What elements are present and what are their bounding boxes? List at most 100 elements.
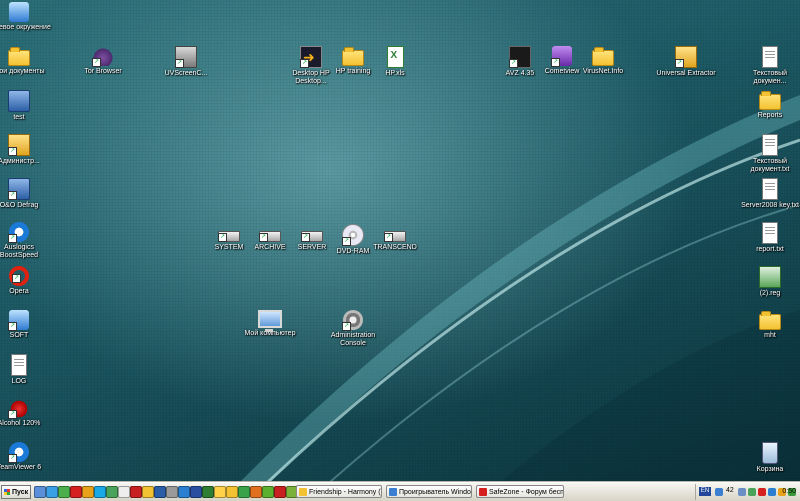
desktop-icon-alcohol[interactable]: ↗ Alcohol 120% [0,398,52,428]
quicklaunch-folder-icon[interactable] [142,486,154,498]
desktop-icon-admin-console[interactable]: ↗ Administration Console [320,310,386,348]
tray-net-icon[interactable] [768,488,776,496]
shortcut-arrow-icon: ↗ [675,59,684,68]
desktop-icon-mht[interactable]: mht [737,310,800,340]
archive-icon: ↗ [259,231,281,242]
desktop-icon-auslogics[interactable]: ↗ Auslogics BoostSpeed [0,222,52,260]
desktop-icon-txt2[interactable]: Текстовый документ.txt [737,134,800,174]
quicklaunch-gear-icon[interactable] [166,486,178,498]
virusnet-icon [592,47,614,66]
quicklaunch-word-icon[interactable] [154,486,166,498]
tray-chat-icon[interactable] [748,488,756,496]
quicklaunch-excel-icon[interactable] [202,486,214,498]
tray-arrow-icon[interactable] [715,488,723,496]
quicklaunch-chrome-icon[interactable] [238,486,250,498]
desktop-icon-transcend[interactable]: ↗ TRANSCEND [362,224,428,252]
taskbar-button[interactable]: Проигрыватель Windo... [386,485,472,498]
task-label: Проигрыватель Windo... [399,489,472,496]
quicklaunch-aim-icon[interactable] [226,486,238,498]
tray-av-icon[interactable] [758,488,766,496]
windows-logo-icon [4,489,10,495]
quicklaunch-icq-icon[interactable] [262,486,274,498]
task-app-icon [299,488,307,496]
desktop-icon-label: Universal Extractor [656,70,716,77]
quicklaunch-show-desktop-icon[interactable] [34,486,46,498]
desktop-icon-virusnet[interactable]: VirusNet.Info [570,46,636,76]
desktop-icon-uvscreen[interactable]: ↗ UVScreenC... [153,46,219,78]
quicklaunch-firefox-icon[interactable] [250,486,262,498]
desktop-icon-report[interactable]: report.txt [737,222,800,254]
network-icon [9,2,29,22]
desktop-icon-label: Корзина [756,466,784,473]
admin-icon: ↗ [8,134,30,156]
avz-icon: ↗ [509,46,531,68]
tray-counter[interactable]: 42 [726,487,734,494]
desktop-icon-label: TeamViewer 6 [0,464,42,471]
desktop-icon-label: O&O Defrag [0,202,39,209]
shortcut-arrow-icon: ↗ [301,233,310,242]
desktop-icon-reports[interactable]: Reports [737,90,800,120]
quicklaunch-thunder-icon[interactable] [58,486,70,498]
desktop-icon-label: Текстовый документ.txt [750,158,790,173]
desktop-icon-label: Opera [9,288,29,295]
desktop-icon-network[interactable]: Сетевое окружение [0,2,52,32]
reports-icon [759,91,781,110]
shortcut-arrow-icon: ↗ [8,322,17,331]
quicklaunch-word2-icon[interactable] [190,486,202,498]
language-indicator[interactable]: EN [699,487,711,496]
taskbar-button[interactable]: Friendship - Harmony (Vi... [296,485,382,498]
desktop-icon-teamviewer[interactable]: ↗ TeamViewer 6 [0,442,52,472]
quicklaunch-media-icon[interactable] [118,486,130,498]
shortcut-arrow-icon: ↗ [300,59,309,68]
tray-volume-icon[interactable] [738,488,746,496]
quicklaunch-network-icon[interactable] [178,486,190,498]
desktop-icon-o-o-defrag[interactable]: ↗ O&O Defrag [0,178,52,210]
reg2-icon [759,266,781,288]
uvscreen-icon: ↗ [175,46,197,68]
desktop[interactable]: Сетевое окружение Мои документы test ↗ Админ… [0,0,800,482]
shortcut-arrow-icon: ↗ [259,233,268,242]
start-button[interactable]: Пуск [1,485,31,499]
desktop-icon-label: Администр... [0,158,40,165]
shortcut-arrow-icon: ↗ [12,274,21,283]
desktop-icon-label: Auslogics BoostSpeed [0,244,39,259]
test-icon [8,90,30,112]
desktop-icon-label: HP.xls [385,70,405,77]
desktop-icon-label: SOFT [9,332,29,339]
quicklaunch-skype-icon[interactable] [94,486,106,498]
quicklaunch-outlook-icon[interactable] [82,486,94,498]
quicklaunch-mail-icon[interactable] [214,486,226,498]
desktop-icon-label: TRANSCEND [373,244,417,251]
desktop-icon-label: Administration Console [330,332,376,347]
desktop-icon-tor[interactable]: ↗ Tor Browser [70,46,136,76]
task-label: Friendship - Harmony (Vi... [309,489,381,496]
quicklaunch-record-icon[interactable] [130,486,142,498]
txt1-icon [762,46,778,68]
desktop-icon-recycle[interactable]: Корзина [737,442,800,474]
shortcut-arrow-icon: ↗ [92,58,101,67]
desktop-icon-test[interactable]: test [0,90,52,122]
desktop-icon-soft[interactable]: ↗ SOFT [0,310,52,340]
desktop-icon-reg2[interactable]: (2).reg [737,266,800,298]
quicklaunch-ie-icon[interactable] [46,486,58,498]
desktop-icon-my-computer[interactable]: Мой компьютер [237,310,303,338]
desktop-icon-my-docs[interactable]: Мои документы [0,46,52,76]
desktop-icon-hp-xls[interactable]: HP.xls [362,46,428,78]
desktop-icon-txt1[interactable]: Текстовый докумен... [737,46,800,86]
start-label: Пуск [12,489,29,496]
desktop-icon-opera[interactable]: ↗ Opera [0,266,52,296]
taskbar-button[interactable]: SafeZone - Форум беспл... [476,485,564,498]
uniextract-icon: ↗ [675,46,697,68]
desktop-icon-log[interactable]: LOG [0,354,52,386]
quicklaunch-opera-icon[interactable] [70,486,82,498]
desktop-icon-server2008[interactable]: Server2008 key.txt [737,178,800,210]
quicklaunch-pdf-icon[interactable] [274,486,286,498]
shortcut-arrow-icon: ↗ [8,454,17,463]
clock[interactable]: 0:50 [782,488,796,495]
desktop-icon-uniextract[interactable]: ↗ Universal Extractor [653,46,719,78]
desktop-icon-admin[interactable]: ↗ Администр... [0,134,52,166]
dvd-ram-icon: ↗ [342,224,364,246]
desktop-icon-label: test [13,114,25,121]
quicklaunch-messenger-icon[interactable] [106,486,118,498]
desktop-icon-label: Reports [757,112,783,119]
